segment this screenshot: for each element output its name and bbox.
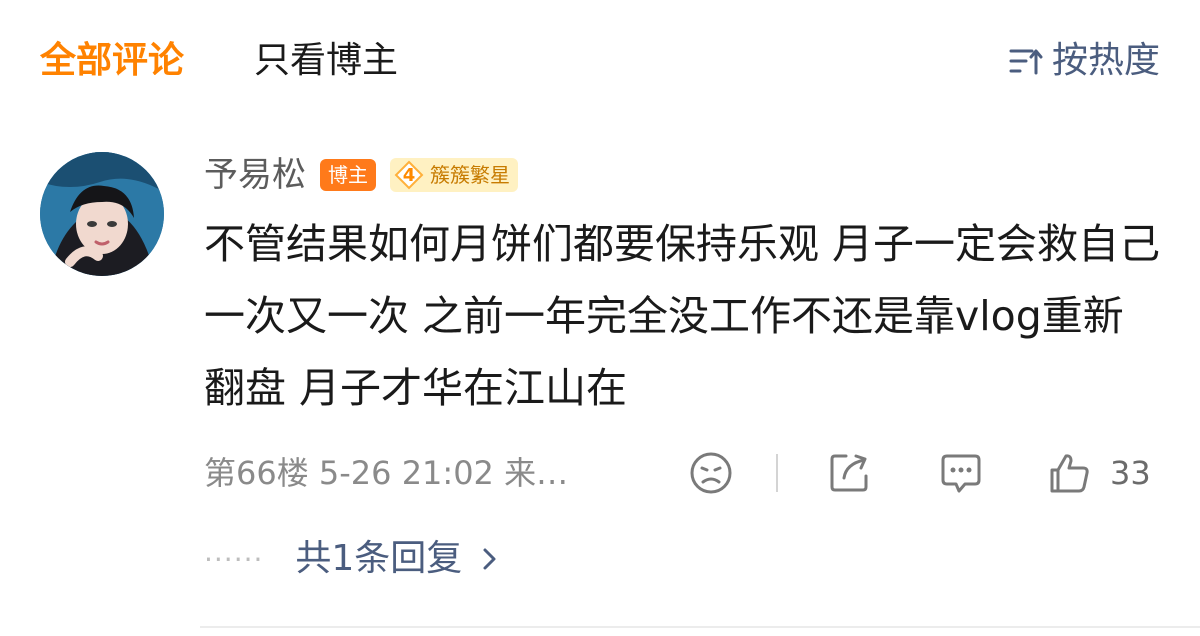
like-icon — [1050, 454, 1089, 493]
comment-text: 不管结果如何月饼们都要保持乐观 月子一定会救自己一次又一次 之前一年完全没工作不… — [204, 220, 1161, 412]
reply-icon — [941, 454, 981, 493]
sort-by-hot-button[interactable]: 按热度 — [1008, 38, 1160, 84]
fan-level-badge[interactable]: 4 簇簇繁星 — [390, 158, 518, 192]
comment-footer: 第66楼 5-26 21:02 来… 33 — [204, 448, 1160, 498]
bottom-divider — [200, 626, 1200, 628]
share-icon — [830, 454, 868, 492]
avatar[interactable] — [40, 152, 164, 276]
dislike-button[interactable] — [688, 448, 734, 498]
reply-dots: ······ — [204, 542, 264, 576]
action-divider — [776, 454, 778, 492]
sort-label: 按热度 — [1051, 40, 1160, 81]
reply-button[interactable] — [938, 448, 984, 498]
owner-badge: 博主 — [320, 159, 376, 191]
level-title: 簇簇繁星 — [430, 163, 510, 187]
dislike-icon — [690, 452, 732, 494]
share-button[interactable] — [826, 448, 872, 498]
floor-and-time: 第66楼 5-26 21:02 来… — [204, 454, 569, 492]
level-diamond: 4 — [394, 160, 424, 190]
like-button[interactable]: 33 — [1046, 448, 1151, 498]
comment-tabs: 全部评论 只看博主 按热度 — [0, 0, 1200, 120]
comment-header: 予易松 博主 4 簇簇繁星 — [204, 150, 1164, 200]
sort-icon — [1009, 49, 1043, 75]
reply-summary: 共1条回复 — [295, 538, 463, 579]
view-replies-link[interactable]: 共1条回复 — [295, 534, 504, 584]
tab-all-comments[interactable]: 全部评论 — [40, 38, 184, 84]
chevron-right-icon — [483, 548, 496, 570]
comment: 予易松 博主 4 簇簇繁星 不管结果如何月饼们都要保持乐观 月子一定会救自己一次… — [204, 150, 1164, 424]
like-count: 33 — [1110, 454, 1151, 492]
replies-row: ······ 共1条回复 — [204, 534, 504, 584]
level-number: 4 — [402, 164, 416, 186]
tab-owner-only[interactable]: 只看博主 — [254, 38, 398, 84]
username[interactable]: 予易松 — [204, 150, 306, 200]
